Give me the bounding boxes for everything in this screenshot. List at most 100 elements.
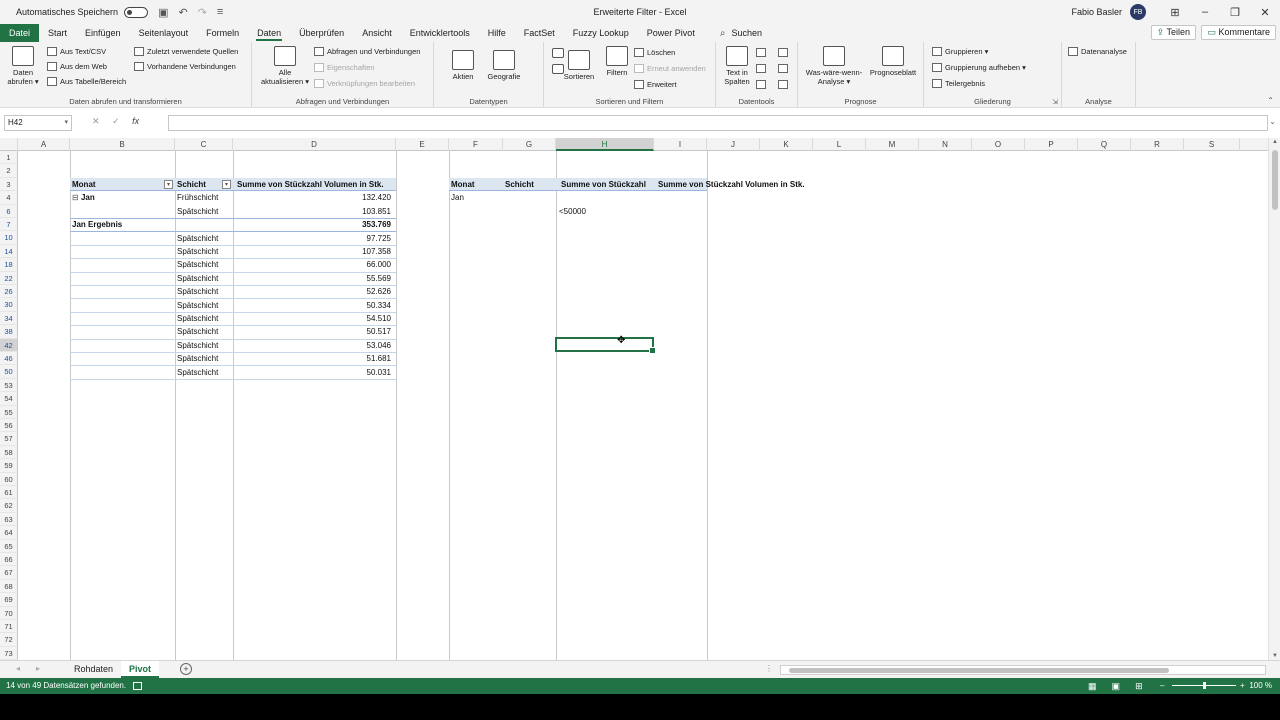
- row-header[interactable]: 18: [0, 258, 18, 272]
- formula-input[interactable]: [168, 115, 1268, 131]
- column-header[interactable]: G: [503, 138, 556, 151]
- criteria-month-value[interactable]: Jan: [451, 191, 464, 204]
- zoom-slider[interactable]: [1172, 682, 1236, 689]
- normal-view-icon[interactable]: ▦: [1088, 681, 1097, 691]
- column-header[interactable]: J: [707, 138, 760, 151]
- data-model-icon[interactable]: [778, 80, 791, 89]
- filter-button[interactable]: Filtern: [602, 46, 632, 77]
- row-header[interactable]: 34: [0, 311, 18, 326]
- customize-toolbar-icon[interactable]: ≡: [217, 6, 223, 18]
- row-header[interactable]: 3: [0, 177, 18, 192]
- column-header[interactable]: E: [396, 138, 449, 151]
- row-header[interactable]: 42: [0, 338, 18, 352]
- column-header[interactable]: M: [866, 138, 919, 151]
- row-header[interactable]: 22: [0, 271, 18, 285]
- column-header[interactable]: F: [449, 138, 503, 151]
- page-break-view-icon[interactable]: ⊞: [1135, 681, 1143, 691]
- queries-connections-button[interactable]: Abfragen und Verbindungen: [314, 47, 420, 56]
- column-header[interactable]: P: [1025, 138, 1078, 151]
- refresh-all-button[interactable]: Alle aktualisieren ▾: [257, 46, 313, 86]
- save-icon[interactable]: ▣: [158, 6, 168, 19]
- row-header[interactable]: 55: [0, 405, 18, 419]
- scroll-down-icon[interactable]: ▼: [1272, 653, 1278, 659]
- forecast-sheet-button[interactable]: Prognoseblatt: [868, 46, 918, 77]
- row-header[interactable]: 57: [0, 432, 18, 446]
- row-header[interactable]: 65: [0, 539, 18, 553]
- dialog-launcher-icon[interactable]: ⇲: [1052, 98, 1058, 106]
- row-header[interactable]: 38: [0, 325, 18, 339]
- edit-links-button[interactable]: Verknüpfungen bearbeiten: [314, 79, 415, 88]
- tab-page-layout[interactable]: Seitenlayout: [130, 24, 198, 42]
- properties-button[interactable]: Eigenschaften: [314, 63, 375, 72]
- tab-formulas[interactable]: Formeln: [197, 24, 248, 42]
- filter-dropdown-icon[interactable]: ▾: [222, 180, 231, 189]
- scroll-up-icon[interactable]: ▲: [1272, 139, 1278, 145]
- undo-icon[interactable]: ↶: [178, 6, 187, 19]
- row-header[interactable]: 6: [0, 204, 18, 218]
- get-data-button[interactable]: Daten abrufen ▾: [6, 46, 40, 86]
- row-header[interactable]: 59: [0, 459, 18, 473]
- row-header[interactable]: 70: [0, 606, 18, 620]
- group-button[interactable]: Gruppieren ▾: [932, 47, 988, 56]
- reapply-button[interactable]: Erneut anwenden: [634, 64, 706, 73]
- from-web-button[interactable]: Aus dem Web: [47, 62, 107, 71]
- close-icon[interactable]: ✕: [1250, 6, 1280, 19]
- filter-dropdown-icon[interactable]: ▾: [164, 180, 173, 189]
- row-header[interactable]: 62: [0, 499, 18, 513]
- what-if-analysis-button[interactable]: Was-wäre-wenn-Analyse ▾: [802, 46, 866, 86]
- row-header[interactable]: 71: [0, 620, 18, 634]
- collapse-icon[interactable]: ⊟: [72, 193, 79, 202]
- relationships-icon[interactable]: [778, 64, 791, 73]
- data-validation-icon[interactable]: [756, 80, 769, 89]
- row-header[interactable]: 61: [0, 486, 18, 500]
- tab-factset[interactable]: FactSet: [515, 24, 564, 42]
- column-header[interactable]: I: [654, 138, 707, 151]
- column-header[interactable]: B: [70, 138, 175, 151]
- row-header[interactable]: 67: [0, 566, 18, 580]
- tab-file[interactable]: Datei: [0, 24, 40, 42]
- column-header[interactable]: R: [1131, 138, 1184, 151]
- row-header[interactable]: 68: [0, 579, 18, 594]
- zoom-out-icon[interactable]: –: [1160, 678, 1164, 694]
- page-layout-view-icon[interactable]: ▣: [1112, 681, 1121, 691]
- zoom-in-icon[interactable]: +: [1240, 678, 1245, 694]
- existing-connections-button[interactable]: Vorhandene Verbindungen: [134, 62, 236, 71]
- column-header[interactable]: L: [813, 138, 866, 151]
- tab-start[interactable]: Start: [39, 24, 76, 42]
- vertical-scrollbar[interactable]: ▲ ▼: [1268, 138, 1280, 660]
- tab-power-pivot[interactable]: Power Pivot: [638, 24, 704, 42]
- row-header[interactable]: 2: [0, 164, 18, 178]
- column-header[interactable]: C: [175, 138, 233, 151]
- autosave-toggle[interactable]: [124, 6, 149, 18]
- redo-icon[interactable]: ↷: [198, 6, 207, 19]
- row-header[interactable]: 69: [0, 593, 18, 607]
- sort-button[interactable]: Sortieren: [562, 50, 596, 81]
- row-header[interactable]: 26: [0, 285, 18, 299]
- tab-insert[interactable]: Einfügen: [76, 24, 130, 42]
- subtotal-button[interactable]: Teilergebnis: [932, 79, 985, 88]
- name-box[interactable]: H42 ▾: [4, 115, 72, 131]
- from-table-button[interactable]: Aus Tabelle/Bereich: [47, 77, 126, 86]
- split-handle-icon[interactable]: ⋮: [765, 664, 773, 673]
- recent-sources-button[interactable]: Zuletzt verwendete Quellen: [134, 47, 238, 56]
- avatar[interactable]: FB: [1130, 4, 1146, 20]
- tab-data[interactable]: Daten: [248, 24, 290, 42]
- tab-review[interactable]: Überprüfen: [290, 24, 353, 42]
- row-header[interactable]: 56: [0, 419, 18, 433]
- horizontal-scrollbar[interactable]: [780, 665, 1266, 675]
- column-header[interactable]: K: [760, 138, 813, 151]
- stocks-button[interactable]: Aktien: [448, 50, 478, 81]
- sheet-tab-pivot[interactable]: Pivot: [121, 661, 160, 678]
- scroll-thumb[interactable]: [1272, 150, 1278, 210]
- row-header[interactable]: 30: [0, 298, 18, 312]
- row-header[interactable]: 64: [0, 526, 18, 540]
- tab-developer[interactable]: Entwicklertools: [401, 24, 479, 42]
- flash-fill-icon[interactable]: [756, 48, 769, 57]
- row-header[interactable]: 53: [0, 378, 18, 393]
- row-header[interactable]: 46: [0, 352, 18, 366]
- macro-record-icon[interactable]: [133, 682, 142, 690]
- ribbon-display-icon[interactable]: ⊞: [1160, 6, 1190, 19]
- column-header[interactable]: A: [18, 138, 70, 151]
- row-header[interactable]: 14: [0, 244, 18, 259]
- expand-formula-icon[interactable]: ⌄: [1269, 117, 1276, 126]
